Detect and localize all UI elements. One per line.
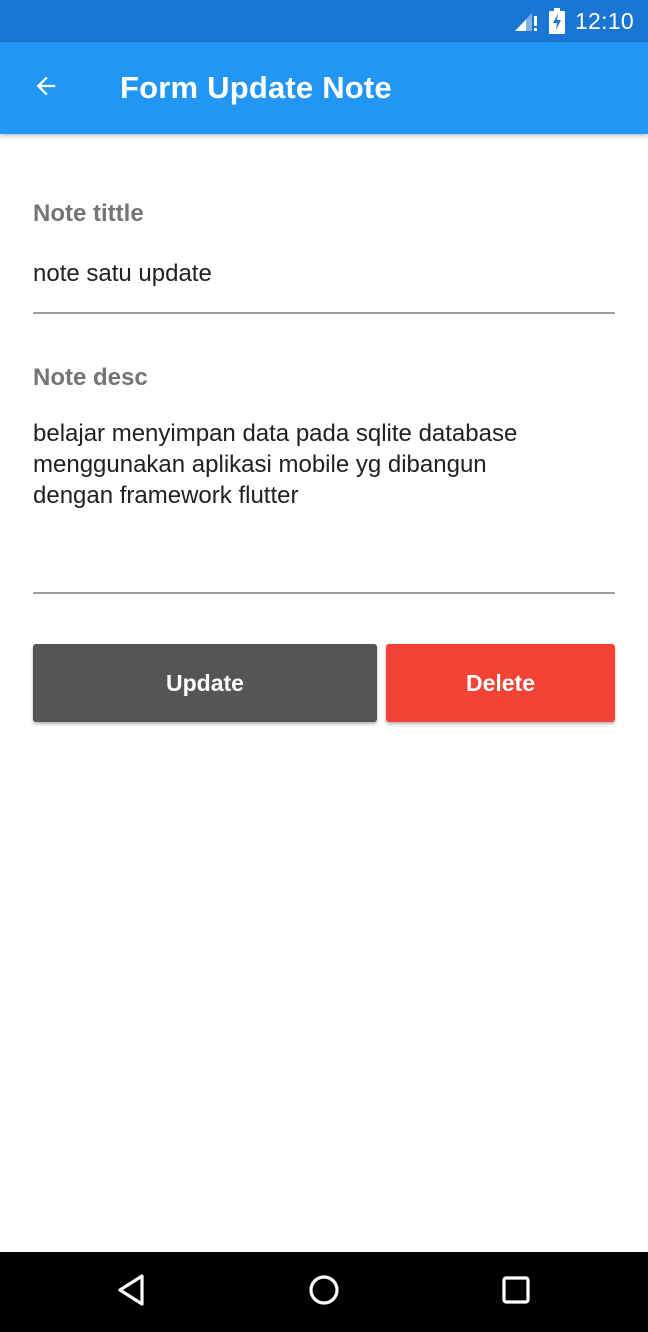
- nav-home-button[interactable]: [294, 1262, 354, 1322]
- note-title-underline: [33, 312, 615, 314]
- note-desc-input[interactable]: belajar menyimpan data pada sqlite datab…: [33, 418, 615, 511]
- square-recents-icon: [499, 1273, 533, 1312]
- arrow-back-icon: [32, 72, 60, 105]
- note-title-field[interactable]: Note tittle note satu update: [33, 200, 615, 316]
- note-desc-label: Note desc: [33, 364, 148, 391]
- triangle-back-icon: [115, 1273, 149, 1312]
- status-icons: 12:10: [514, 0, 634, 42]
- page-title: Form Update Note: [120, 70, 392, 105]
- note-desc-field[interactable]: Note desc belajar menyimpan data pada sq…: [33, 364, 615, 596]
- nav-back-button[interactable]: [102, 1262, 162, 1322]
- signal-icon: [514, 10, 539, 32]
- circle-home-icon: [307, 1273, 341, 1312]
- note-title-input[interactable]: note satu update: [33, 258, 212, 289]
- update-button[interactable]: Update: [33, 644, 377, 722]
- status-time: 12:10: [574, 7, 634, 34]
- status-bar: 12:10: [0, 0, 648, 42]
- note-title-label: Note tittle: [33, 200, 144, 227]
- back-button[interactable]: [18, 62, 74, 114]
- delete-button[interactable]: Delete: [386, 644, 615, 722]
- battery-charging-icon: [548, 8, 565, 34]
- system-nav-bar: [0, 1252, 648, 1332]
- nav-recents-button[interactable]: [486, 1262, 546, 1322]
- app-bar: Form Update Note: [0, 42, 648, 134]
- note-desc-underline: [33, 592, 615, 594]
